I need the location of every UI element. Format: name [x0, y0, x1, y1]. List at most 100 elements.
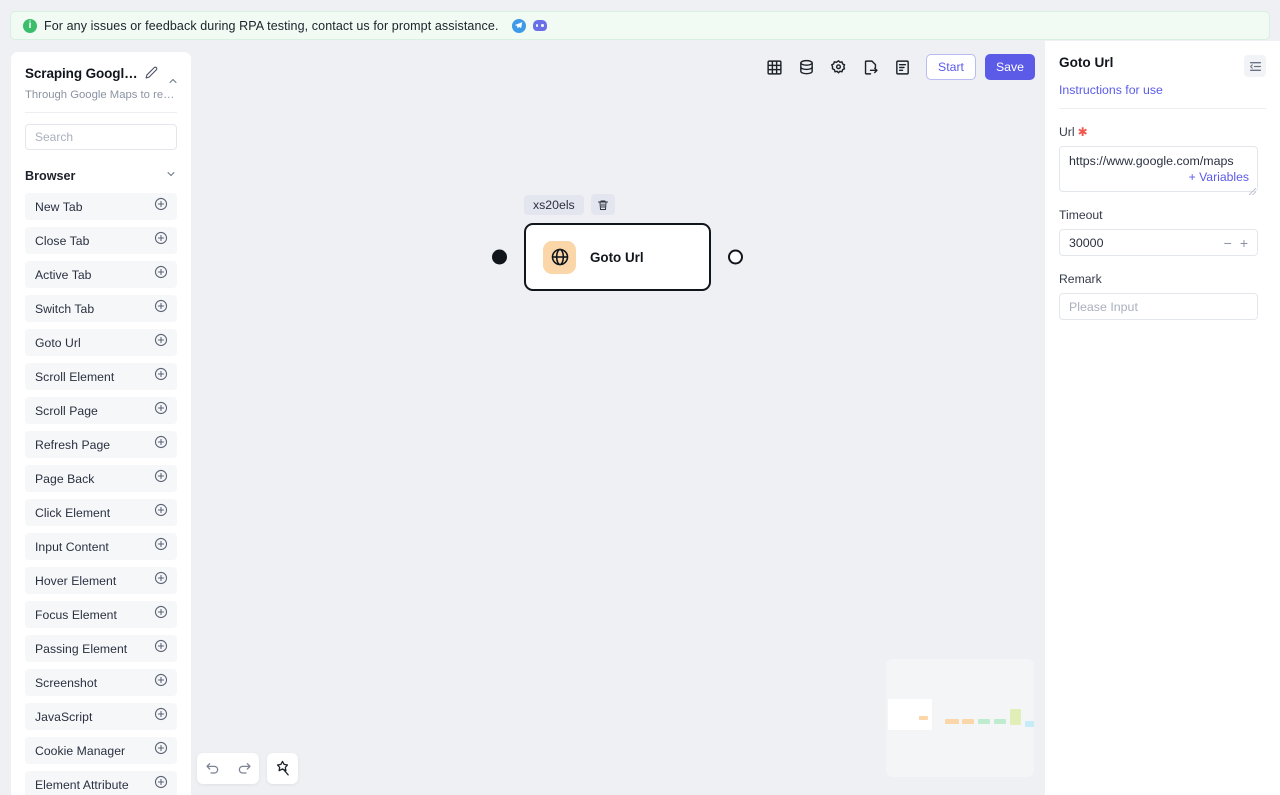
plus-circle-icon[interactable]: [154, 367, 168, 386]
timeout-stepper: − +: [1224, 236, 1248, 250]
node-toolbar: xs20els: [501, 194, 711, 215]
node-title: Goto Url: [590, 249, 644, 265]
url-value: https://www.google.com/maps: [1069, 154, 1234, 168]
plus-circle-icon[interactable]: [154, 265, 168, 284]
chevron-up-icon[interactable]: [167, 74, 179, 92]
url-input[interactable]: https://www.google.com/maps + Variables: [1059, 146, 1258, 196]
node-goto-url[interactable]: xs20els Goto Url: [492, 194, 743, 291]
url-field-label: Url ✱: [1059, 125, 1266, 139]
redo-icon[interactable]: [228, 753, 259, 784]
sidebar-item-label: Close Tab: [35, 233, 90, 248]
sidebar-item-label: Screenshot: [35, 675, 98, 690]
export-file-icon[interactable]: [855, 52, 885, 82]
sidebar-item-label: Scroll Element: [35, 369, 115, 384]
plus-circle-icon[interactable]: [154, 333, 168, 352]
plus-circle-icon[interactable]: [154, 571, 168, 590]
sidebar-item[interactable]: Close Tab: [25, 227, 177, 254]
timeout-input[interactable]: 30000 − +: [1059, 229, 1258, 256]
plus-circle-icon[interactable]: [154, 401, 168, 420]
node-body[interactable]: Goto Url: [492, 223, 743, 291]
sidebar-item[interactable]: Hover Element: [25, 567, 177, 594]
sidebar-item[interactable]: Active Tab: [25, 261, 177, 288]
search-wrapper: [11, 113, 191, 150]
gear-icon[interactable]: [823, 52, 853, 82]
save-button[interactable]: Save: [985, 54, 1035, 80]
sidebar-item[interactable]: JavaScript: [25, 703, 177, 730]
history-controls: [197, 753, 259, 784]
sidebar-group-label: Browser: [25, 169, 76, 183]
timeout-field-label: Timeout: [1059, 208, 1266, 222]
plus-circle-icon[interactable]: [154, 673, 168, 692]
telegram-icon[interactable]: [511, 18, 526, 33]
sidebar-item-label: New Tab: [35, 199, 83, 214]
chevron-down-icon[interactable]: [165, 167, 177, 185]
instructions-link[interactable]: Instructions for use: [1059, 83, 1266, 97]
start-button[interactable]: Start: [926, 54, 976, 80]
sidebar-item[interactable]: Goto Url: [25, 329, 177, 356]
banner-social-links: [511, 18, 547, 33]
banner-text: For any issues or feedback during RPA te…: [44, 18, 499, 33]
magic-wand-icon[interactable]: [267, 753, 298, 784]
sidebar-item[interactable]: Click Element: [25, 499, 177, 526]
table-icon[interactable]: [759, 52, 789, 82]
document-icon[interactable]: [887, 52, 917, 82]
plus-circle-icon[interactable]: [154, 605, 168, 624]
sidebar-group-browser[interactable]: Browser: [11, 150, 191, 193]
sidebar-item-label: Goto Url: [35, 335, 81, 350]
workflow-canvas[interactable]: Start Save xs20els Goto Url: [191, 41, 1045, 795]
workflow-title: Scraping Google…: [25, 66, 139, 81]
sidebar-item[interactable]: Input Content: [25, 533, 177, 560]
sidebar-item[interactable]: Focus Element: [25, 601, 177, 628]
plus-circle-icon[interactable]: [154, 503, 168, 522]
plus-circle-icon[interactable]: [154, 469, 168, 488]
plus-circle-icon[interactable]: [154, 197, 168, 216]
remark-input[interactable]: Please Input: [1059, 293, 1258, 320]
output-port[interactable]: [728, 249, 743, 265]
plus-circle-icon[interactable]: [154, 231, 168, 250]
plus-circle-icon[interactable]: [154, 299, 168, 318]
sidebar-item-label: Scroll Page: [35, 403, 98, 418]
sidebar-item-label: Click Element: [35, 505, 111, 520]
plus-circle-icon[interactable]: [154, 537, 168, 556]
sidebar-item[interactable]: New Tab: [25, 193, 177, 220]
notification-banner: i For any issues or feedback during RPA …: [10, 11, 1270, 40]
rpa-workflow-editor: i For any issues or feedback during RPA …: [0, 0, 1280, 795]
resize-grip[interactable]: [1248, 183, 1257, 196]
sidebar-item[interactable]: Screenshot: [25, 669, 177, 696]
plus-circle-icon[interactable]: [154, 775, 168, 794]
discord-icon[interactable]: [532, 20, 547, 31]
add-variables-link[interactable]: + Variables: [1184, 169, 1249, 186]
undo-icon[interactable]: [197, 753, 228, 784]
trash-icon[interactable]: [590, 194, 615, 215]
sidebar-item[interactable]: Page Back: [25, 465, 177, 492]
sidebar-item-label: Hover Element: [35, 573, 117, 588]
sidebar-item-label: Active Tab: [35, 267, 92, 282]
sidebar-item-label: Focus Element: [35, 607, 117, 622]
minimap-node: [1010, 709, 1021, 725]
input-port[interactable]: [492, 249, 507, 265]
sidebar-item[interactable]: Scroll Element: [25, 363, 177, 390]
plus-circle-icon[interactable]: [154, 741, 168, 760]
canvas-minimap[interactable]: [886, 659, 1034, 777]
sidebar-item[interactable]: Scroll Page: [25, 397, 177, 424]
node-id-chip[interactable]: xs20els: [524, 194, 584, 215]
minimap-node: [1025, 721, 1034, 727]
sidebar-item[interactable]: Refresh Page: [25, 431, 177, 458]
minimap-node: [994, 719, 1006, 724]
sidebar-item[interactable]: Element Attribute: [25, 771, 177, 795]
database-icon[interactable]: [791, 52, 821, 82]
sidebar-item[interactable]: Cookie Manager: [25, 737, 177, 764]
panel-collapse-icon[interactable]: [1244, 55, 1266, 77]
timeout-increment-button[interactable]: +: [1240, 236, 1248, 250]
sidebar-item[interactable]: Passing Element: [25, 635, 177, 662]
plus-circle-icon[interactable]: [154, 435, 168, 454]
plus-circle-icon[interactable]: [154, 707, 168, 726]
plus-circle-icon[interactable]: [154, 639, 168, 658]
info-icon: i: [23, 18, 37, 33]
sidebar-item-label: Switch Tab: [35, 301, 95, 316]
sidebar-item[interactable]: Switch Tab: [25, 295, 177, 322]
timeout-decrement-button[interactable]: −: [1224, 236, 1232, 250]
pencil-icon[interactable]: [145, 66, 158, 84]
search-input[interactable]: [25, 124, 177, 150]
minimap-node: [919, 716, 928, 720]
